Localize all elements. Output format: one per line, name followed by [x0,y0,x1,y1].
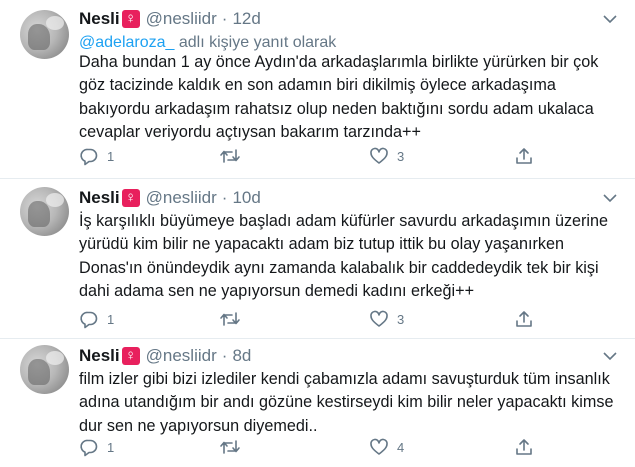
action-bar: 1 3 [79,145,539,167]
reply-count: 1 [107,311,115,327]
reply-count: 1 [107,148,115,164]
like-count: 3 [397,148,405,164]
retweet-button[interactable] [219,436,249,458]
timestamp[interactable]: 10d [232,188,260,208]
tweet-header: Nesli ♀ @nesliidr · 12d [79,8,261,30]
reply-button[interactable]: 1 [79,436,114,458]
avatar[interactable] [20,10,69,59]
retweet-icon [220,312,240,326]
author-handle[interactable]: @nesliidr [146,188,217,208]
chevron-down-icon[interactable] [603,14,617,24]
separator: · [221,346,228,365]
reply-button[interactable]: 1 [79,145,114,167]
retweet-icon [220,440,240,454]
timestamp[interactable]: 8d [232,346,251,366]
timestamp[interactable]: 12d [232,9,260,29]
action-bar: 1 4 [79,436,539,458]
tweet[interactable]: Nesli ♀ @nesliidr · 12d @adelaroza_ adlı… [0,0,635,178]
like-count: 3 [397,311,405,327]
reply-icon [80,311,98,329]
retweet-icon [220,149,240,163]
tweet-text-line: yürüdü kim bilir ne yapacaktı adam biz t… [79,235,564,254]
retweet-button[interactable] [219,145,249,167]
share-icon [516,148,532,164]
tweet[interactable]: Nesli ♀ @nesliidr · 10d İş karşılıklı bü… [0,178,635,338]
tweet-text-line: bakıyordu arkadaşım rahatsız olup neden … [79,99,594,118]
tweet-text: Daha bundan 1 ay önce Aydın'da arkadaşla… [79,51,619,145]
chevron-down-icon[interactable] [603,193,617,203]
avatar[interactable] [20,345,69,394]
author-handle[interactable]: @nesliidr [146,9,217,29]
like-button[interactable]: 3 [369,145,404,167]
avatar[interactable] [20,187,69,236]
share-button[interactable] [514,308,534,330]
tweet-text-line: film izler gibi bizi izlediler kendi çab… [79,370,610,388]
reply-count: 1 [107,439,115,455]
tweet-text-line: Donas'ın önündeydik aynı zamanda kalabal… [79,258,599,277]
share-icon [516,311,532,327]
separator: · [221,188,228,207]
venus-icon: ♀ [121,347,140,365]
author-name[interactable]: Nesli [79,188,120,208]
author-name[interactable]: Nesli [79,9,120,29]
reply-button[interactable]: 1 [79,308,114,330]
reply-context-text: adlı kişiye yanıt olarak [178,34,337,51]
tweet-text: İş karşılıklı büyümeye başladı adam küfü… [79,210,619,304]
tweet-text-line: adına utandığım bir andı gözüne kestirse… [79,393,614,412]
like-count: 4 [397,439,405,455]
like-icon [370,147,388,164]
venus-icon: ♀ [121,189,140,207]
reply-mention-link[interactable]: @adelaroza_ [79,34,174,51]
reply-icon [80,148,98,166]
like-button[interactable]: 3 [369,308,404,330]
reply-icon [80,439,98,457]
share-icon [516,439,532,455]
chevron-down-icon[interactable] [603,351,617,361]
tweet-header: Nesli ♀ @nesliidr · 10d [79,187,261,209]
tweet-text-line: Daha bundan 1 ay önce Aydın'da arkadaşla… [79,53,599,71]
author-handle[interactable]: @nesliidr [146,346,217,366]
reply-context: @adelaroza_ adlı kişiye yanıt olarak [79,34,336,52]
like-icon [370,438,388,455]
tweet-text-line: İş karşılıklı büyümeye başladı adam küfü… [79,212,609,230]
like-icon [370,310,388,327]
tweet-text-line: göz tacizinde kaldık en son adamın biri … [79,76,556,95]
separator: · [221,9,228,28]
tweet[interactable]: Nesli ♀ @nesliidr · 8d film izler gibi b… [0,338,635,467]
share-button[interactable] [514,145,534,167]
share-button[interactable] [514,436,534,458]
venus-icon: ♀ [121,10,140,28]
tweet-text-line: dahi adama sen ne yapıyorsun demedi kadı… [79,282,475,301]
tweet-text-line: cevaplar veriyordu açtıysan bakarım tarz… [79,123,421,142]
author-name[interactable]: Nesli [79,346,120,366]
tweet-header: Nesli ♀ @nesliidr · 8d [79,345,251,367]
tweet-text: film izler gibi bizi izlediler kendi çab… [79,368,619,438]
like-button[interactable]: 4 [369,436,404,458]
retweet-button[interactable] [219,308,249,330]
tweet-text-line: dur sen ne yapıyorsun diyemedi.. [79,416,318,435]
action-bar: 1 3 [79,308,539,330]
